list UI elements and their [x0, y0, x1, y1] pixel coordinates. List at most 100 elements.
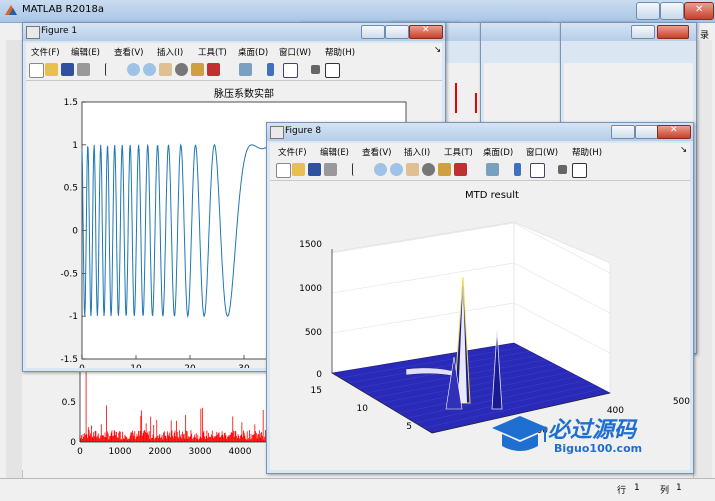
colorbar-icon[interactable] [514, 163, 521, 176]
brush-icon[interactable] [207, 63, 220, 76]
menu-window[interactable]: 窗口(W) [526, 146, 558, 158]
menu-help[interactable]: 帮助(H) [325, 46, 355, 58]
menu-help[interactable]: 帮助(H) [572, 146, 602, 158]
colorbar-icon[interactable] [267, 63, 274, 76]
menu-window[interactable]: 窗口(W) [279, 46, 311, 58]
figure8-close-button[interactable]: ✕ [657, 125, 691, 139]
status-bar: 行 1 列 1 [0, 478, 715, 501]
dock-arrow-icon[interactable]: ↘ [680, 145, 687, 155]
y-tick-label: 1 [72, 141, 78, 151]
new-figure-icon[interactable] [276, 163, 291, 178]
figure1-close-button[interactable]: ✕ [409, 25, 443, 39]
legend-icon[interactable] [530, 163, 545, 178]
menu-desktop[interactable]: 桌面(D) [483, 146, 513, 158]
main-window-title: MATLAB R2018a [22, 4, 105, 15]
zoom-in-icon[interactable] [127, 63, 140, 76]
figure1-maximize-button[interactable] [385, 25, 409, 39]
menu-tools[interactable]: 工具(T) [444, 146, 473, 158]
z-tick-label: 500 [305, 328, 322, 338]
new-figure-icon[interactable] [29, 63, 44, 78]
menu-view[interactable]: 查看(V) [114, 46, 143, 58]
chart-title: 脉压系数实部 [214, 87, 274, 100]
y-tick-label: -1 [69, 312, 78, 322]
figure1-menubar: 文件(F) 编辑(E) 查看(V) 插入(I) 工具(T) 桌面(D) 窗口(W… [26, 43, 442, 60]
open-file-icon[interactable] [45, 63, 58, 76]
data-cursor-icon[interactable] [438, 163, 451, 176]
save-icon[interactable] [61, 63, 74, 76]
figure-icon [270, 126, 284, 139]
menu-desktop[interactable]: 桌面(D) [238, 46, 268, 58]
dock-arrow-icon[interactable]: ↘ [434, 45, 441, 55]
pointer-icon[interactable] [352, 163, 359, 176]
zoom-out-icon[interactable] [143, 63, 156, 76]
save-icon[interactable] [308, 163, 321, 176]
hide-tools-icon[interactable] [558, 165, 567, 174]
menu-file[interactable]: 文件(F) [278, 146, 307, 158]
print-icon[interactable] [324, 163, 337, 176]
watermark-url: Biguo100.com [554, 442, 643, 455]
y-tick-label: -0.5 [60, 269, 78, 279]
y-tick-label: 1.5 [64, 98, 78, 108]
x-tick-label: 0 [79, 364, 85, 368]
watermark-text: 必过源码 [548, 418, 637, 443]
figure1-title: Figure 1 [41, 26, 78, 36]
status-col-label: 列 [660, 486, 670, 496]
main-maximize-button[interactable] [660, 2, 684, 20]
x-tick-label: 4000 [229, 447, 252, 457]
menu-insert[interactable]: 插入(I) [404, 146, 430, 158]
y-tick-label: 0.5 [64, 184, 78, 194]
menu-view[interactable]: 查看(V) [362, 146, 391, 158]
data-cursor-icon[interactable] [191, 63, 204, 76]
z-tick-label: 0 [316, 370, 322, 380]
figure8-minimize-button[interactable] [611, 125, 635, 139]
pan-icon[interactable] [406, 163, 419, 176]
bottom-bar-chart: 0.500 1000 2000 3000 4000 [62, 362, 290, 457]
x-tick-label: 500 [673, 397, 690, 407]
zoom-out-icon[interactable] [390, 163, 403, 176]
menu-insert[interactable]: 插入(I) [157, 46, 183, 58]
x-tick-label: 0 [77, 447, 83, 457]
menu-file[interactable]: 文件(F) [31, 46, 60, 58]
hide-tools-icon[interactable] [311, 65, 320, 74]
chart-title: MTD result [465, 190, 519, 201]
z-tick-label: 1500 [299, 240, 322, 250]
figure1-toolbar [26, 60, 442, 81]
status-col-value: 1 [676, 483, 682, 493]
figure1-title-bar: Figure 1 ✕ [23, 23, 445, 41]
legend-icon[interactable] [283, 63, 298, 78]
main-close-button[interactable]: ✕ [684, 2, 714, 20]
plot-area [80, 362, 290, 442]
x-tick-label: 10 [130, 364, 142, 368]
pointer-icon[interactable] [105, 63, 112, 76]
link-icon[interactable] [486, 163, 499, 176]
show-tools-icon[interactable] [572, 163, 587, 178]
pan-icon[interactable] [159, 63, 172, 76]
zoom-in-icon[interactable] [374, 163, 387, 176]
x-tick-label: 1000 [109, 447, 132, 457]
status-row-label: 行 [617, 486, 627, 496]
status-row-value: 1 [634, 483, 640, 493]
watermark: 必过源码 Biguo100.com [488, 410, 684, 462]
figure1-minimize-button[interactable] [361, 25, 385, 39]
menu-tools[interactable]: 工具(T) [198, 46, 227, 58]
main-minimize-button[interactable] [636, 2, 660, 20]
figure8-menubar: 文件(F) 编辑(E) 查看(V) 插入(I) 工具(T) 桌面(D) 窗口(W… [270, 143, 690, 160]
figure8-maximize-button[interactable] [635, 125, 659, 139]
y-tick-label: 5 [406, 422, 412, 432]
rotate-icon[interactable] [422, 163, 435, 176]
x-tick-label: 30 [238, 364, 250, 368]
matlab-logo-icon [5, 5, 17, 15]
show-tools-icon[interactable] [325, 63, 340, 78]
open-file-icon[interactable] [292, 163, 305, 176]
menu-edit[interactable]: 编辑(E) [71, 46, 100, 58]
link-icon[interactable] [239, 63, 252, 76]
menu-edit[interactable]: 编辑(E) [320, 146, 349, 158]
left-panel [6, 40, 23, 480]
y-tick-label: 10 [357, 404, 369, 414]
brush-icon[interactable] [454, 163, 467, 176]
z-tick-label: 1000 [299, 284, 322, 294]
print-icon[interactable] [77, 63, 90, 76]
figure8-title-bar: Figure 8 ✕ [267, 123, 693, 141]
rotate-icon[interactable] [175, 63, 188, 76]
figure8-title: Figure 8 [285, 126, 322, 136]
